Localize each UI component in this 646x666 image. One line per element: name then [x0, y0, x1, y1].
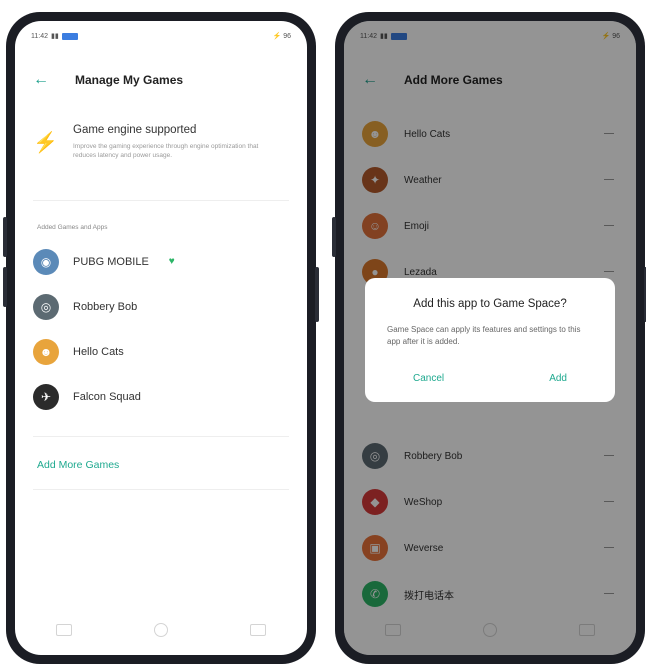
power-button [315, 267, 319, 322]
signal-icon: ▮▮ [51, 33, 59, 40]
engine-card: ⚡ Game engine supported Improve the gami… [33, 116, 289, 201]
game-name: Falcon Squad [73, 390, 141, 403]
game-row-falcon-squad[interactable]: ✈ Falcon Squad [33, 374, 289, 419]
game-name: PUBG MOBILE [73, 255, 149, 268]
add-games-screen: 11:42 ▮▮ ⚡ 96 ← Add More Games ☻ Hello C… [344, 21, 636, 655]
add-app-dialog: Add this app to Game Space? Game Space c… [365, 278, 615, 402]
back-icon[interactable] [250, 624, 266, 636]
back-arrow-icon[interactable]: ← [33, 72, 53, 88]
manage-games-screen: 11:42 ▮▮ ⚡ 96 ← Manage My Games ⚡ Game e… [15, 21, 307, 655]
engine-supported-icon: ♥ [168, 256, 175, 267]
home-icon[interactable] [154, 623, 168, 637]
robbery-bob-app-icon: ◎ [33, 293, 59, 320]
page-title: Manage My Games [75, 73, 184, 87]
menu-icon[interactable] [56, 624, 72, 636]
game-row-pubg[interactable]: ◉ PUBG MOBILE ♥ [33, 239, 289, 284]
volume-button [332, 217, 336, 257]
add-more-games-link[interactable]: Add More Games [37, 459, 119, 471]
hello-cats-app-icon: ☻ [33, 338, 59, 365]
game-name: Robbery Bob [73, 300, 138, 313]
battery-icon: ⚡ 96 [272, 33, 291, 40]
volume-button [3, 217, 7, 257]
game-row-hello-cats[interactable]: ☻ Hello Cats [33, 329, 289, 374]
game-name: Hello Cats [73, 345, 124, 358]
bolt-icon: ⚡ [33, 132, 58, 154]
dialog-buttons: Cancel Add [387, 373, 593, 384]
divider [33, 436, 289, 437]
add-button[interactable]: Add [523, 373, 593, 384]
volume-button [3, 267, 7, 307]
dialog-message: Game Space can apply its features and se… [387, 325, 581, 346]
nav-bar [15, 615, 307, 645]
header: ← Manage My Games [33, 67, 289, 93]
right-phone: 11:42 ▮▮ ⚡ 96 ← Add More Games ☻ Hello C… [332, 12, 646, 664]
engine-title: Game engine supported [73, 124, 197, 136]
divider [33, 489, 289, 490]
games-list: ◉ PUBG MOBILE ♥ ◎ Robbery Bob ☻ Hello Ca… [33, 239, 289, 419]
section-label: Added Games and Apps [37, 224, 108, 231]
game-row-robbery-bob[interactable]: ◎ Robbery Bob [33, 284, 289, 329]
cancel-button[interactable]: Cancel [387, 373, 470, 384]
dialog-title: Add this app to Game Space? [413, 298, 567, 310]
pubg-app-icon: ◉ [33, 248, 59, 275]
status-bar: 11:42 ▮▮ ⚡ 96 [15, 21, 307, 51]
falcon-squad-app-icon: ✈ [33, 383, 59, 410]
left-phone: 11:42 ▮▮ ⚡ 96 ← Manage My Games ⚡ Game e… [3, 12, 319, 664]
notification-icon [61, 32, 78, 40]
status-time: 11:42 [31, 32, 48, 40]
engine-description: Improve the gaming experience through en… [73, 143, 259, 159]
